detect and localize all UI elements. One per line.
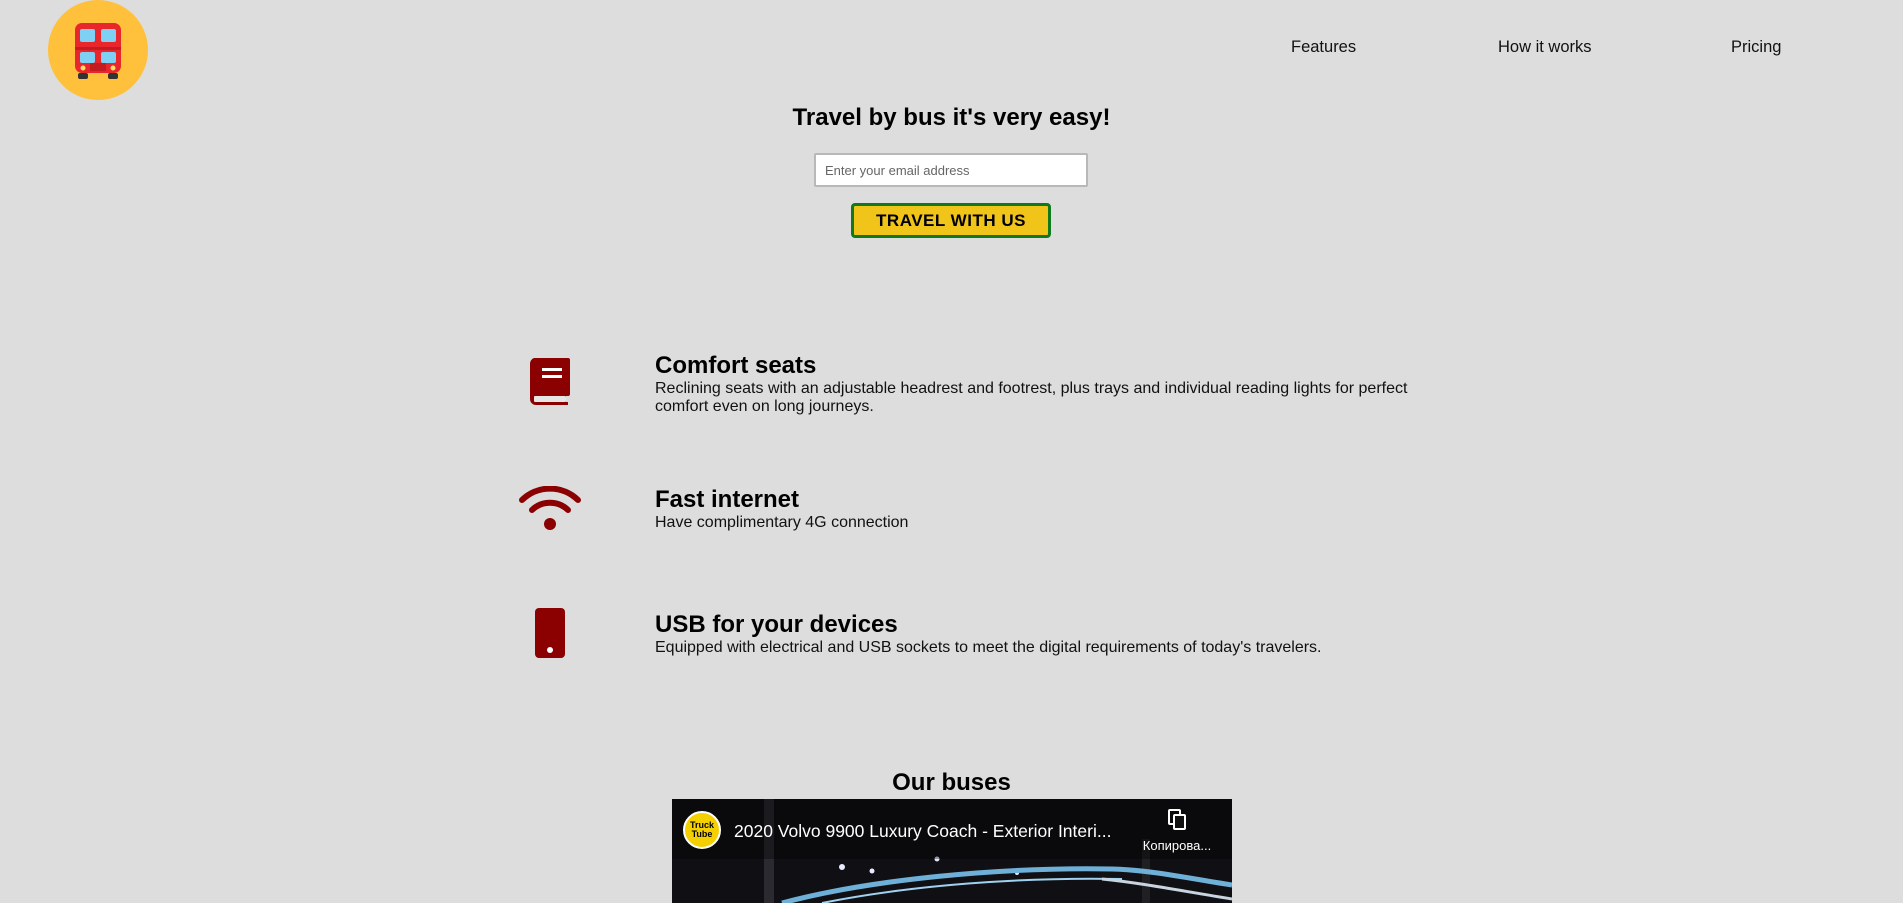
feature-text: USB for your devices Equipped with elect… [655,611,1435,657]
feature-title: Fast internet [655,486,800,513]
book-icon [510,356,590,406]
channel-badge-line2: Tube [691,829,713,839]
feature-description: Equipped with electrical and USB sockets… [655,639,1322,656]
feature-description: Have complimentary 4G connection [655,514,909,531]
video-embed[interactable]: Truck Tube 2020 Volvo 9900 Luxury Coach -… [672,799,1232,903]
feature-title: Comfort seats [655,352,817,379]
copy-link-button[interactable]: Копирова... [1132,809,1222,853]
our-buses-title: Our buses [892,769,1011,796]
feature-text: Comfort seats Reclining seats with an ad… [655,352,1435,416]
wifi-icon [510,486,590,532]
feature-description: Reclining seats with an adjustable headr… [655,380,1408,415]
video-title[interactable]: 2020 Volvo 9900 Luxury Coach - Exterior … [734,821,1124,842]
nav-link-pricing[interactable]: Pricing [1731,38,1781,57]
email-input[interactable] [814,153,1088,187]
channel-avatar[interactable]: Truck Tube [683,811,721,849]
page: Features How it works Pricing Travel by … [0,0,1903,903]
travel-with-us-button[interactable]: TRAVEL WITH US [851,203,1051,238]
copy-icon [1168,809,1186,830]
mobile-phone-icon [510,607,590,659]
main-nav: Features How it works Pricing [0,38,1903,60]
channel-badge-text: Truck Tube [690,821,714,839]
nav-link-how-it-works[interactable]: How it works [1498,38,1592,57]
copy-link-label: Копирова... [1142,838,1212,853]
feature-text: Fast internet Have complimentary 4G conn… [655,486,1435,532]
hero-title: Travel by bus it's very easy! [792,104,1111,131]
nav-link-features[interactable]: Features [1291,38,1356,57]
feature-title: USB for your devices [655,611,898,638]
